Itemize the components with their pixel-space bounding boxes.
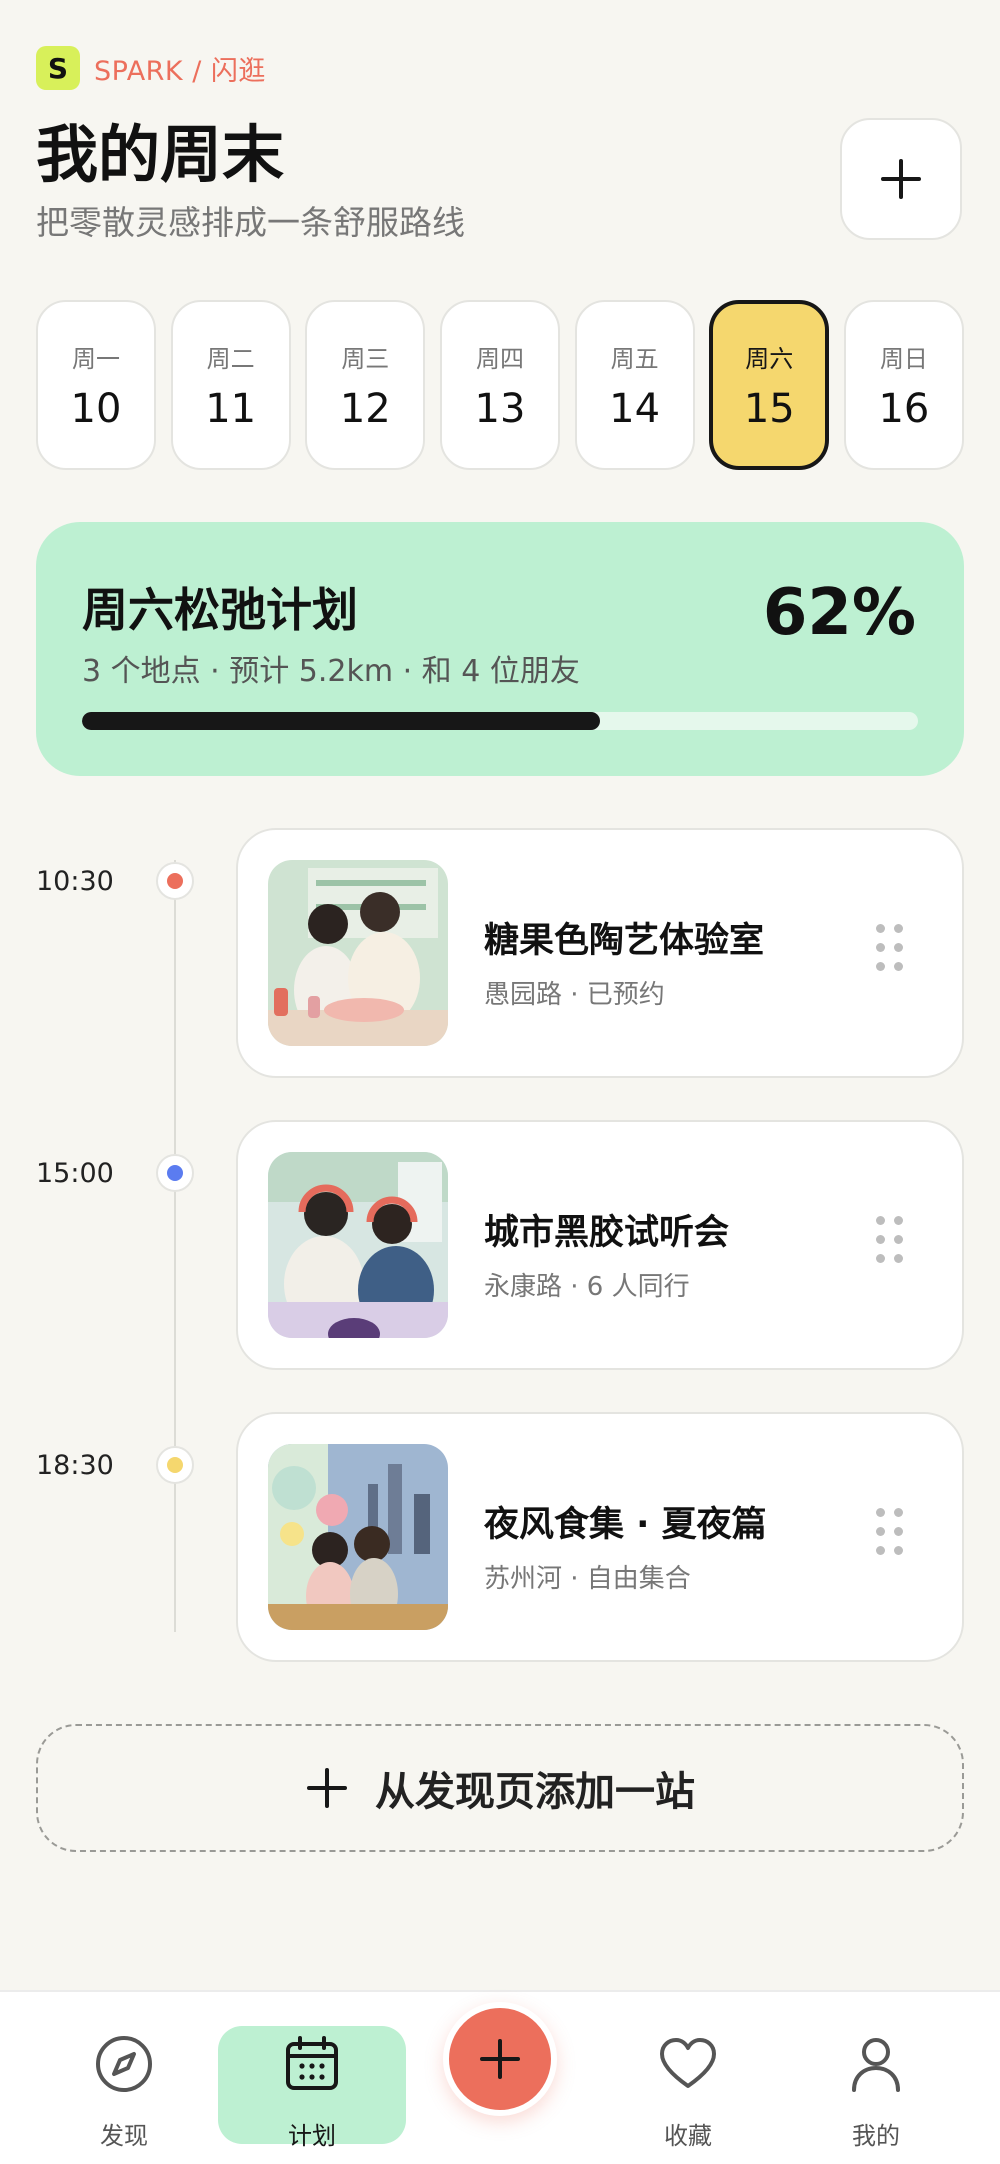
day-name: 周四 [475,344,524,373]
stop-photo [268,1152,448,1338]
day-mon[interactable]: 周一 10 [36,300,156,470]
day-selector: 周一 10 周二 11 周三 12 周四 13 周五 14 周六 15 周日 1… [36,300,964,470]
plan-summary-card[interactable]: 周六松弛计划 3 个地点 · 预计 5.2km · 和 4 位朋友 62% [36,522,964,776]
day-sun[interactable]: 周日 16 [843,300,964,470]
stop-photo [268,860,448,1046]
day-name: 周六 [745,344,794,373]
stop-photo [268,1444,448,1630]
timeline-line [174,860,176,1632]
plan-meta: 3 个地点 · 预计 5.2km · 和 4 位朋友 [82,654,580,689]
day-fri[interactable]: 周五 14 [574,300,695,470]
nav-item-profile[interactable]: 我的 [782,1992,970,2164]
day-name: 周一 [72,344,120,373]
stop-time: 18:30 [36,1450,114,1481]
heart-icon [658,2034,718,2094]
add-stop-button[interactable]: 从发现页添加一站 [36,1724,964,1852]
day-name: 周五 [610,344,659,373]
add-stop-label: 从发现页添加一站 [375,1769,695,1815]
day-sat[interactable]: 周六 15 [709,300,830,470]
brand-logo: S [36,46,80,90]
plus-icon [480,2039,520,2079]
day-number: 15 [743,385,795,432]
timeline-dot [156,1154,194,1192]
plus-icon [881,159,921,199]
nav-label: 我的 [852,2122,900,2150]
stop-card[interactable]: 城市黑胶试听会 永康路 · 6 人同行 [236,1120,964,1370]
day-wed[interactable]: 周三 12 [305,300,426,470]
stop-time: 15:00 [36,1158,114,1189]
nav-label: 计划 [288,2122,336,2150]
day-name: 周二 [206,344,255,373]
drag-handle-icon[interactable] [876,1508,903,1555]
plan-title: 周六松弛计划 [82,583,358,637]
stop-time: 10:30 [36,866,114,897]
add-plan-button[interactable] [840,118,962,240]
brand: S SPARK / 闪逛 [36,46,266,90]
stop-subtitle: 永康路 · 6 人同行 [484,1272,690,1302]
timeline-dot [156,862,194,900]
nav-item-discover[interactable]: 发现 [30,1992,218,2164]
day-number: 16 [878,385,930,432]
plan-progress-fill [82,712,601,730]
brand-name: SPARK / 闪逛 [94,55,266,87]
timeline-dot [156,1446,194,1484]
nav-item-plan[interactable]: 计划 [218,1992,406,2164]
stop-subtitle: 愚园路 · 已预约 [484,980,665,1010]
day-number: 11 [205,385,257,432]
plus-icon [307,1768,347,1808]
day-number: 10 [70,385,122,432]
page-subtitle: 把零散灵感排成一条舒服路线 [36,203,465,242]
day-number: 14 [609,385,661,432]
calendar-icon [282,2034,342,2094]
user-icon [846,2034,906,2094]
weekend-plan-screen: S SPARK / 闪逛 我的周末 把零散灵感排成一条舒服路线 周一 10 周二… [0,0,1000,2164]
stop-card[interactable]: 糖果色陶艺体验室 愚园路 · 已预约 [236,828,964,1078]
day-name: 周三 [341,344,390,373]
day-thu[interactable]: 周四 13 [439,300,560,470]
stop-subtitle: 苏州河 · 自由集合 [484,1564,691,1594]
drag-handle-icon[interactable] [876,1216,903,1263]
day-tue[interactable]: 周二 11 [170,300,291,470]
stop-card[interactable]: 夜风食集 · 夏夜篇 苏州河 · 自由集合 [236,1412,964,1662]
nav-label: 发现 [100,2122,148,2150]
plan-progress-percent: 62% [762,576,916,650]
drag-handle-icon[interactable] [876,924,903,971]
plan-progress-bar [82,712,918,730]
compass-icon [94,2034,154,2094]
day-number: 13 [474,385,526,432]
page-title: 我的周末 [36,118,285,191]
nav-label: 收藏 [664,2122,712,2150]
day-number: 12 [339,385,391,432]
stop-title: 夜风食集 · 夏夜篇 [484,1505,767,1545]
day-name: 周日 [879,344,928,373]
stop-title: 城市黑胶试听会 [484,1213,730,1253]
stop-title: 糖果色陶艺体验室 [484,921,765,961]
create-fab-button[interactable] [443,2002,557,2116]
nav-item-favorites[interactable]: 收藏 [594,1992,782,2164]
